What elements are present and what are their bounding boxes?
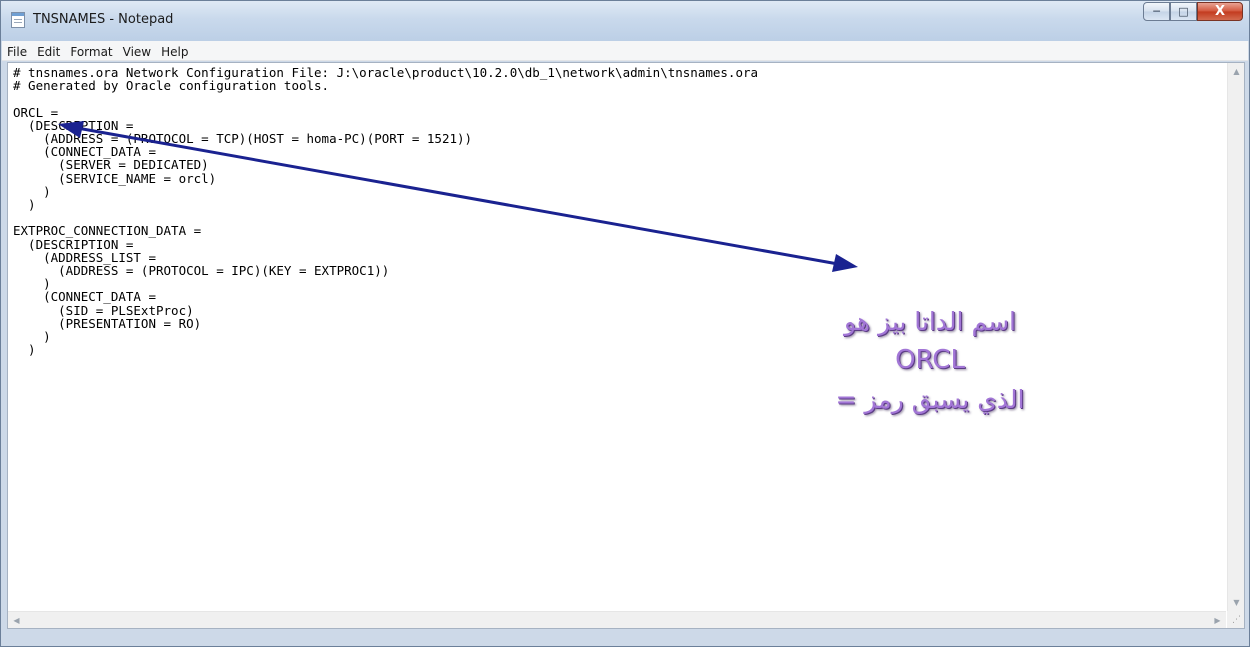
notepad-window: TNSNAMES - Notepad ─ □ X File Edit Format V… <box>0 0 1250 647</box>
annotation-line-2: ORCL <box>895 345 965 375</box>
resize-grip-icon: ⋰ <box>1232 615 1241 625</box>
maximize-icon: □ <box>1178 5 1189 18</box>
editor-line: EXTPROC_CONNECTION_DATA = <box>13 223 202 239</box>
editor-line: (ADDRESS = (PROTOCOL = IPC)(KEY = EXTPRO… <box>13 263 390 279</box>
maximize-button[interactable]: □ <box>1170 2 1197 21</box>
scroll-right-icon[interactable]: ▶ <box>1209 612 1226 629</box>
editor-line: ORCL = <box>13 104 59 120</box>
editor-line: (SERVER = DEDICATED) <box>13 157 209 173</box>
notepad-icon <box>11 12 25 28</box>
menu-format[interactable]: Format <box>65 42 117 60</box>
annotation-line-3: الذي يسبق رمز = <box>835 385 1025 414</box>
scroll-up-icon[interactable]: ▲ <box>1228 63 1245 80</box>
scroll-left-icon[interactable]: ◀ <box>8 612 25 629</box>
editor-line: (DESCRIPTION = <box>13 236 134 252</box>
minimize-icon: ─ <box>1153 5 1160 18</box>
close-icon: X <box>1214 4 1226 19</box>
annotation-text: اسم الداتا بيز هو ORCL الذي يسبق رمز = <box>800 302 1060 419</box>
horizontal-scrollbar[interactable]: ◀ ▶ <box>8 611 1226 628</box>
window-controls: ─ □ X <box>1143 2 1243 21</box>
editor-line: ) <box>13 197 36 213</box>
minimize-button[interactable]: ─ <box>1143 2 1170 21</box>
menu-bar: File Edit Format View Help <box>2 41 1248 61</box>
close-button[interactable]: X <box>1197 2 1243 21</box>
editor-line: ) <box>13 183 51 199</box>
resize-grip[interactable]: ⋰ <box>1227 611 1244 628</box>
menu-view[interactable]: View <box>118 42 156 60</box>
menu-edit[interactable]: Edit <box>32 42 65 60</box>
menu-file[interactable]: File <box>2 42 32 60</box>
annotation-line-1: اسم الداتا بيز هو <box>844 307 1016 336</box>
editor-line: (SERVICE_NAME = orcl) <box>13 170 217 186</box>
editor-line: (ADDRESS = (PROTOCOL = TCP)(HOST = homa-… <box>13 131 473 147</box>
menu-help[interactable]: Help <box>156 42 193 60</box>
editor-line: # Generated by Oracle configuration tool… <box>13 78 330 94</box>
scroll-down-icon[interactable]: ▼ <box>1228 594 1245 611</box>
title-bar[interactable]: TNSNAMES - Notepad ─ □ X <box>1 1 1249 41</box>
editor-line: ) <box>13 276 51 292</box>
window-title: TNSNAMES - Notepad <box>33 12 174 27</box>
vertical-scrollbar[interactable]: ▲ ▼ <box>1227 63 1244 611</box>
